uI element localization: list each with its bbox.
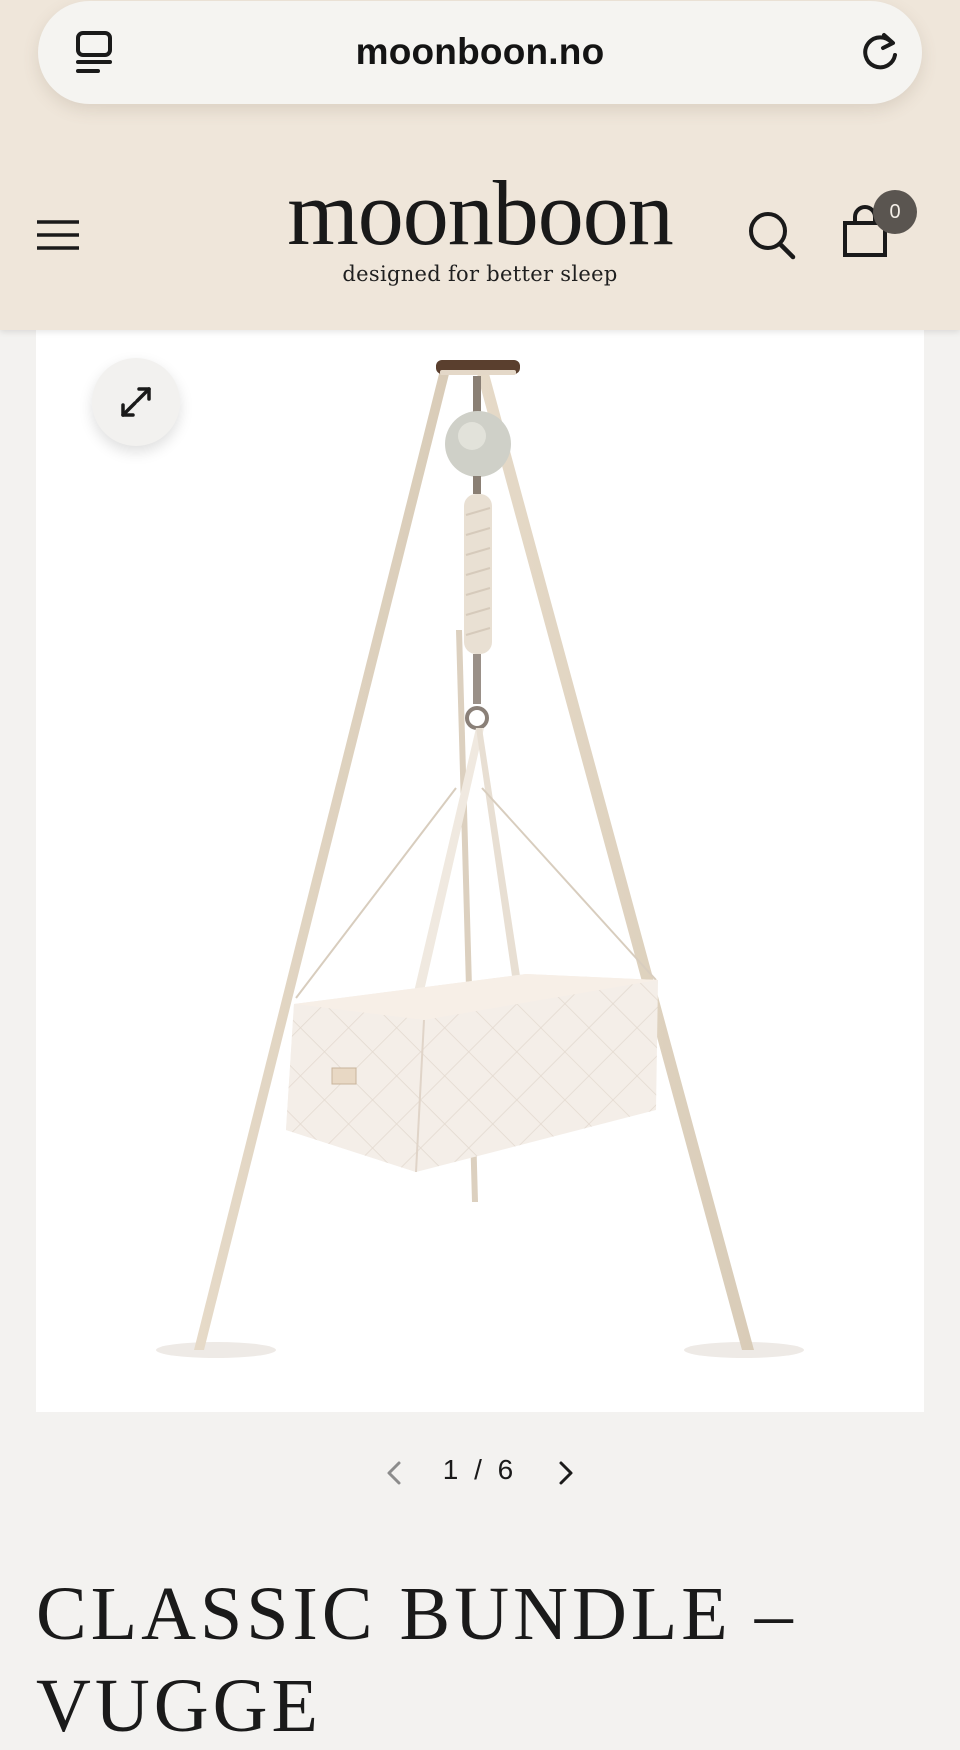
product-image[interactable] <box>36 330 924 1412</box>
image-current: 1 <box>442 1454 463 1485</box>
expand-icon <box>121 387 151 417</box>
product-title: CLASSIC BUNDLE – VUGGE <box>36 1572 797 1748</box>
browser-address-bar[interactable]: moonboon.no <box>38 1 922 104</box>
image-total: 6 <box>497 1454 518 1485</box>
chevron-left-icon[interactable] <box>380 1458 408 1488</box>
image-counter-separator: / <box>474 1454 486 1485</box>
image-pager: 1 / 6 <box>0 1448 960 1498</box>
cart-count-badge[interactable]: 0 <box>873 190 917 234</box>
expand-image-button[interactable] <box>92 358 180 446</box>
cradle-photo <box>156 360 804 1358</box>
site-header: moonboon.no moonboon designed for better… <box>0 0 960 330</box>
reload-icon[interactable] <box>858 29 902 75</box>
chevron-right-icon[interactable] <box>552 1458 580 1488</box>
address-url[interactable]: moonboon.no <box>38 31 922 73</box>
site-tagline: designed for better sleep <box>342 262 618 286</box>
site-logo[interactable]: moonboon <box>0 167 960 259</box>
image-counter: 1 / 6 <box>430 1454 530 1486</box>
search-icon[interactable] <box>748 210 796 260</box>
